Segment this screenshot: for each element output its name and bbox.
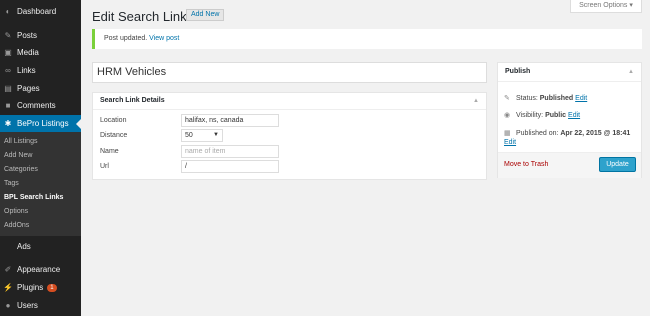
- page-title: Edit Search Link: [92, 9, 187, 24]
- menu-label: Posts: [17, 31, 38, 40]
- submenu-item-tags[interactable]: Tags: [4, 180, 19, 187]
- published-edit-link[interactable]: Edit: [504, 139, 516, 146]
- move-to-trash-link[interactable]: Move to Trash: [504, 161, 548, 168]
- visibility-value: Public: [545, 111, 567, 119]
- notice-text: Post updated.: [104, 35, 148, 42]
- gear-icon: ✱: [4, 118, 12, 128]
- view-post-link[interactable]: View post: [149, 35, 179, 42]
- distance-select[interactable]: 50 ▼: [181, 129, 223, 142]
- pin-icon: ✎: [4, 30, 12, 40]
- brush-icon: ✐: [4, 264, 12, 274]
- submenu-item-categories[interactable]: Categories: [4, 166, 38, 173]
- menu-label: Ads: [17, 242, 31, 251]
- published-row: ▦ Published on: Apr 22, 2015 @ 18:41: [504, 129, 631, 138]
- location-label: Location: [100, 117, 127, 124]
- bepro-submenu: All Listings Add New Categories Tags BPL…: [0, 132, 81, 236]
- dashboard-icon: ◐: [5, 6, 11, 16]
- status-edit-link[interactable]: Edit: [575, 95, 587, 102]
- calendar-icon: ▦: [504, 130, 511, 137]
- status-label: Status:: [516, 94, 538, 102]
- visibility-row: ◉ Visibility: Public Edit: [504, 111, 580, 120]
- menu-item-pages[interactable]: ▤ Pages: [0, 80, 81, 97]
- box-title: Publish: [505, 68, 531, 75]
- user-icon: ●: [5, 300, 11, 310]
- status-value: Published: [539, 94, 574, 102]
- menu-item-comments[interactable]: ■ Comments: [0, 97, 81, 114]
- submenu-item-add-new[interactable]: Add New: [4, 152, 32, 159]
- menu-item-dashboard[interactable]: ◐ Dashboard: [0, 3, 81, 20]
- published-label: Published on:: [516, 129, 559, 137]
- published-edit-row: Edit: [504, 139, 516, 146]
- menu-label: Appearance: [17, 265, 61, 274]
- box-header[interactable]: Search Link Details ▲: [93, 93, 486, 110]
- caret-down-icon: ▼: [213, 132, 219, 138]
- menu-label: Pages: [17, 84, 40, 93]
- menu-label: BePro Listings: [17, 119, 69, 128]
- distance-label: Distance: [100, 132, 128, 139]
- menu-label: Dashboard: [17, 7, 57, 16]
- menu-item-media[interactable]: ▣ Media: [0, 44, 81, 61]
- visibility-label: Visibility:: [516, 111, 544, 119]
- submenu-item-all-listings[interactable]: All Listings: [4, 138, 37, 145]
- publish-box: Publish ▲ ✎ Status: Published Edit ◉ Visibi…: [497, 62, 642, 178]
- name-label: Name: [100, 148, 119, 155]
- location-input[interactable]: halifax, ns, canada: [181, 114, 279, 127]
- url-input[interactable]: /: [181, 160, 279, 173]
- screen-options-label: Screen Options: [579, 2, 628, 9]
- search-link-details-box: Search Link Details ▲ Location halifax, n…: [92, 92, 487, 180]
- toggle-arrow-icon[interactable]: ▲: [473, 93, 479, 109]
- menu-item-plugins[interactable]: ⚡ Plugins 1: [0, 279, 81, 296]
- submenu-item-addons[interactable]: AddOns: [4, 222, 29, 229]
- menu-label: Comments: [17, 101, 56, 110]
- distance-value: 50: [185, 132, 193, 139]
- pin-icon: ✎: [504, 95, 510, 102]
- menu-item-users[interactable]: ● Users: [0, 297, 81, 314]
- menu-item-posts[interactable]: ✎ Posts: [0, 27, 81, 44]
- admin-sidebar: ◐ Dashboard ✎ Posts ▣ Media ∞ Links ▤ Pages ■…: [0, 0, 81, 316]
- post-title-input[interactable]: HRM Vehicles: [92, 62, 487, 83]
- chevron-down-icon: ▾: [629, 2, 633, 9]
- submenu-item-options[interactable]: Options: [4, 208, 28, 215]
- page-icon: ▤: [4, 83, 12, 93]
- menu-label: Plugins: [17, 283, 44, 292]
- link-icon: ∞: [5, 65, 11, 75]
- update-count-badge: 1: [47, 283, 57, 292]
- box-header[interactable]: Publish ▲: [498, 63, 641, 82]
- submenu-item-bpl-search-links[interactable]: BPL Search Links: [4, 194, 63, 201]
- toggle-arrow-icon[interactable]: ▲: [628, 63, 634, 81]
- comment-icon: ■: [5, 100, 11, 110]
- media-icon: ▣: [4, 47, 12, 57]
- box-title: Search Link Details: [100, 97, 165, 104]
- update-button[interactable]: Update: [599, 157, 636, 172]
- url-label: Url: [100, 163, 109, 170]
- visibility-edit-link[interactable]: Edit: [568, 112, 580, 119]
- menu-label: Media: [17, 48, 39, 57]
- status-row: ✎ Status: Published Edit: [504, 94, 587, 103]
- plug-icon: ⚡: [3, 282, 13, 292]
- screen-options-button[interactable]: Screen Options ▾: [570, 0, 642, 13]
- update-notice: Post updated. View post: [92, 29, 642, 49]
- menu-item-bepro-listings[interactable]: ✱ BePro Listings: [0, 115, 81, 132]
- menu-item-links[interactable]: ∞ Links: [0, 62, 81, 79]
- published-value: Apr 22, 2015 @ 18:41: [560, 129, 631, 137]
- menu-item-appearance[interactable]: ✐ Appearance: [0, 261, 81, 278]
- eye-icon: ◉: [504, 112, 511, 119]
- menu-item-ads[interactable]: Ads: [0, 238, 81, 255]
- menu-label: Users: [17, 301, 38, 310]
- menu-label: Links: [17, 66, 36, 75]
- name-input[interactable]: name of item: [181, 145, 279, 158]
- add-new-button[interactable]: Add New: [186, 9, 225, 21]
